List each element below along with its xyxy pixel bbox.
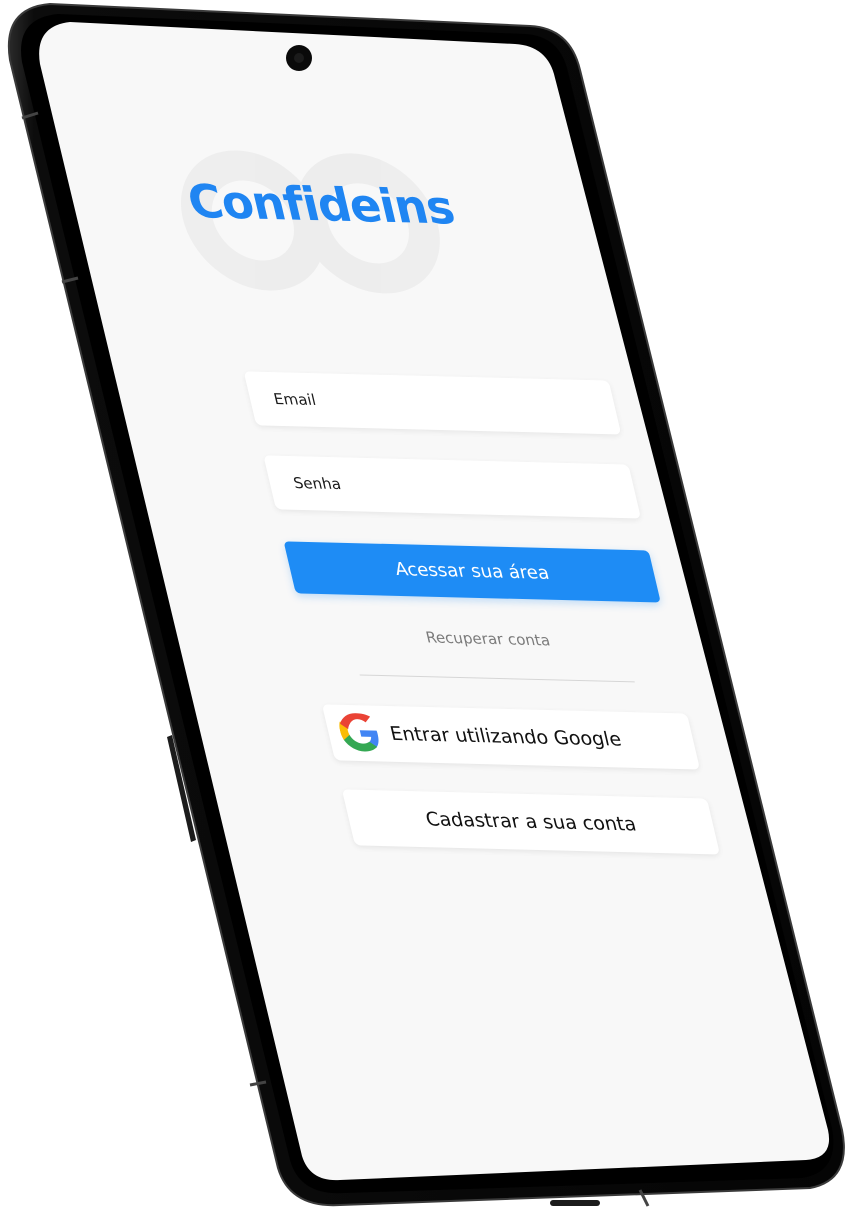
google-signin-button[interactable]: Entrar utilizando Google [321,704,701,770]
recover-account-link[interactable]: Recuperar conta [303,625,672,652]
email-placeholder: Email [271,389,318,410]
google-g-icon [339,713,379,752]
google-signin-label: Entrar utilizando Google [387,722,624,751]
usb-port [550,1200,600,1206]
divider [359,674,635,683]
password-field[interactable]: Senha [263,455,642,519]
password-placeholder: Senha [291,473,343,494]
access-button[interactable]: Acessar sua área [283,541,661,603]
app-logo: Confideins [182,174,459,235]
register-button[interactable]: Cadastrar a sua conta [341,789,721,855]
stage: Confideins Email Senha Acessar sua área … [0,0,848,1212]
email-field[interactable]: Email [243,371,622,435]
